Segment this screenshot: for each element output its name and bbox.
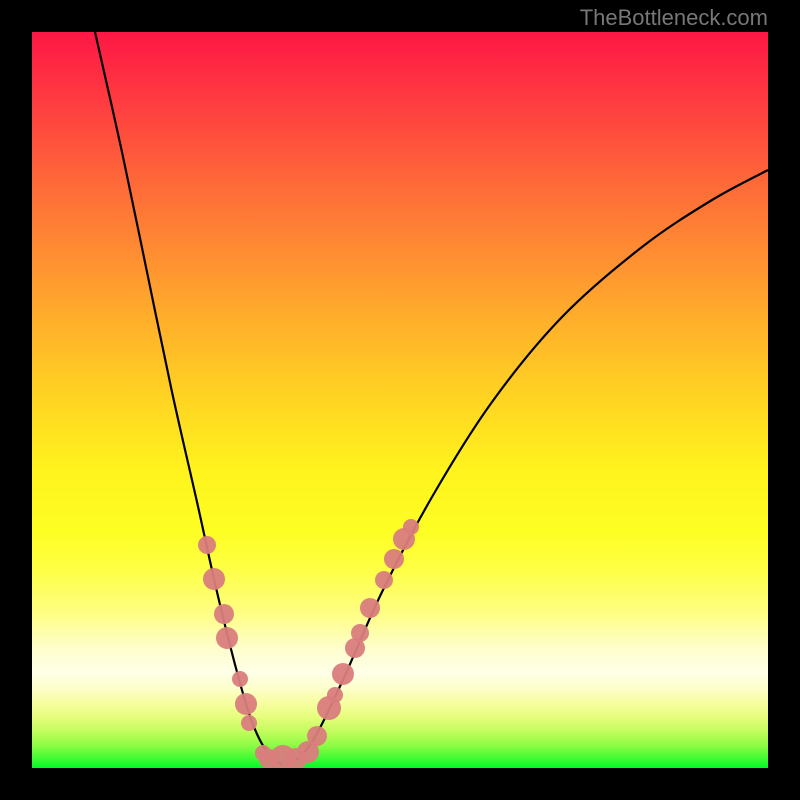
data-point	[241, 715, 257, 731]
data-point	[403, 519, 419, 535]
right-curve	[290, 170, 768, 765]
data-point	[235, 693, 257, 715]
data-point	[307, 726, 327, 746]
data-point	[198, 536, 216, 554]
chart-svg	[32, 32, 768, 768]
data-point	[203, 568, 225, 590]
data-point	[384, 549, 404, 569]
data-point	[375, 571, 393, 589]
left-curve	[95, 32, 282, 765]
watermark-text: TheBottleneck.com	[580, 5, 768, 31]
data-point	[360, 598, 380, 618]
data-point	[351, 624, 369, 642]
data-point	[214, 604, 234, 624]
data-point	[232, 671, 248, 687]
data-point	[216, 627, 238, 649]
data-point	[327, 687, 343, 703]
data-point	[332, 663, 354, 685]
scatter-points	[198, 519, 419, 768]
